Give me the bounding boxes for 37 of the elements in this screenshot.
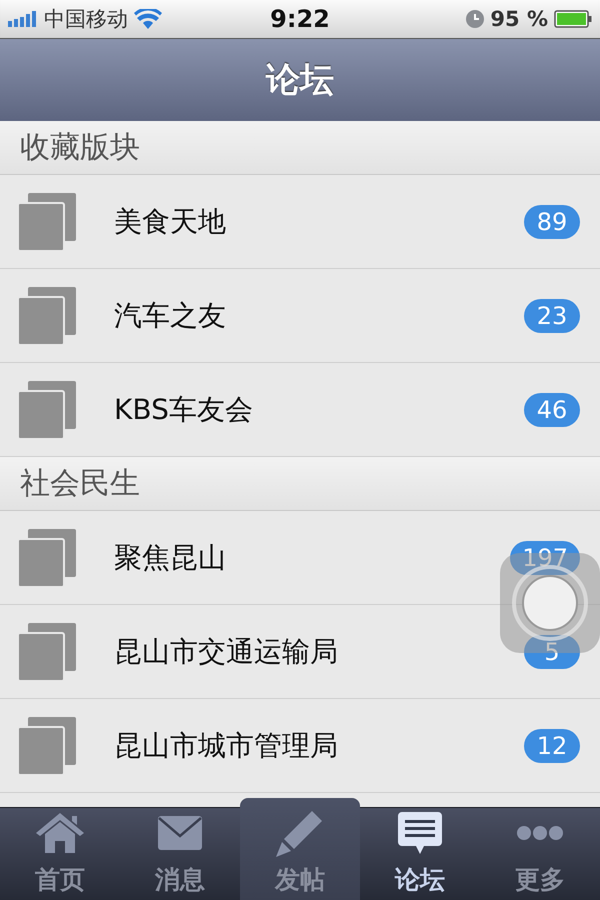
carrier-name: 中国移动 — [44, 6, 128, 33]
count-badge: 23 — [524, 298, 580, 332]
count-badge: 89 — [524, 204, 580, 238]
section-header: 社会民生 — [0, 457, 600, 511]
tab-button[interactable]: 首页 — [0, 808, 120, 900]
count-badge: 12 — [524, 728, 580, 762]
wifi-icon — [134, 9, 162, 29]
section-header: 收藏版块 — [0, 121, 600, 175]
stacked-squares-icon — [18, 716, 76, 774]
tab-button[interactable]: 消息 — [120, 808, 240, 900]
home-icon — [36, 813, 84, 853]
stacked-squares-icon — [18, 622, 76, 680]
pencil-icon — [276, 809, 324, 857]
forum-name: 美食天地 — [114, 204, 227, 240]
forum-name: 昆山市城市管理局 — [114, 728, 339, 764]
tab-button[interactable]: 更多 — [480, 808, 600, 900]
stacked-squares-icon — [18, 528, 76, 586]
screen-title: 论坛 — [266, 59, 334, 102]
clock-time: 9:22 — [269, 5, 331, 33]
stacked-squares-icon — [18, 192, 76, 250]
more-icon — [517, 826, 563, 840]
stacked-squares-icon — [18, 380, 76, 438]
battery-percent: 95 % — [490, 7, 548, 31]
battery-icon — [554, 10, 592, 28]
envelope-icon — [158, 816, 202, 850]
forum-name: 聚焦昆山 — [114, 540, 227, 576]
forum-name: 汽车之友 — [114, 298, 227, 334]
clock-icon — [466, 10, 484, 28]
count-badge: 46 — [524, 392, 580, 426]
count-badge: 5 — [524, 634, 580, 668]
tab-button[interactable]: 论坛 — [360, 808, 480, 900]
stacked-squares-icon — [18, 286, 76, 344]
signal-icon — [8, 11, 38, 27]
forum-name: KBS车友会 — [114, 392, 254, 428]
forum-name: 昆山市交通运输局 — [114, 634, 339, 670]
chat-bubble-icon — [398, 812, 442, 854]
count-badge: 197 — [510, 540, 580, 574]
